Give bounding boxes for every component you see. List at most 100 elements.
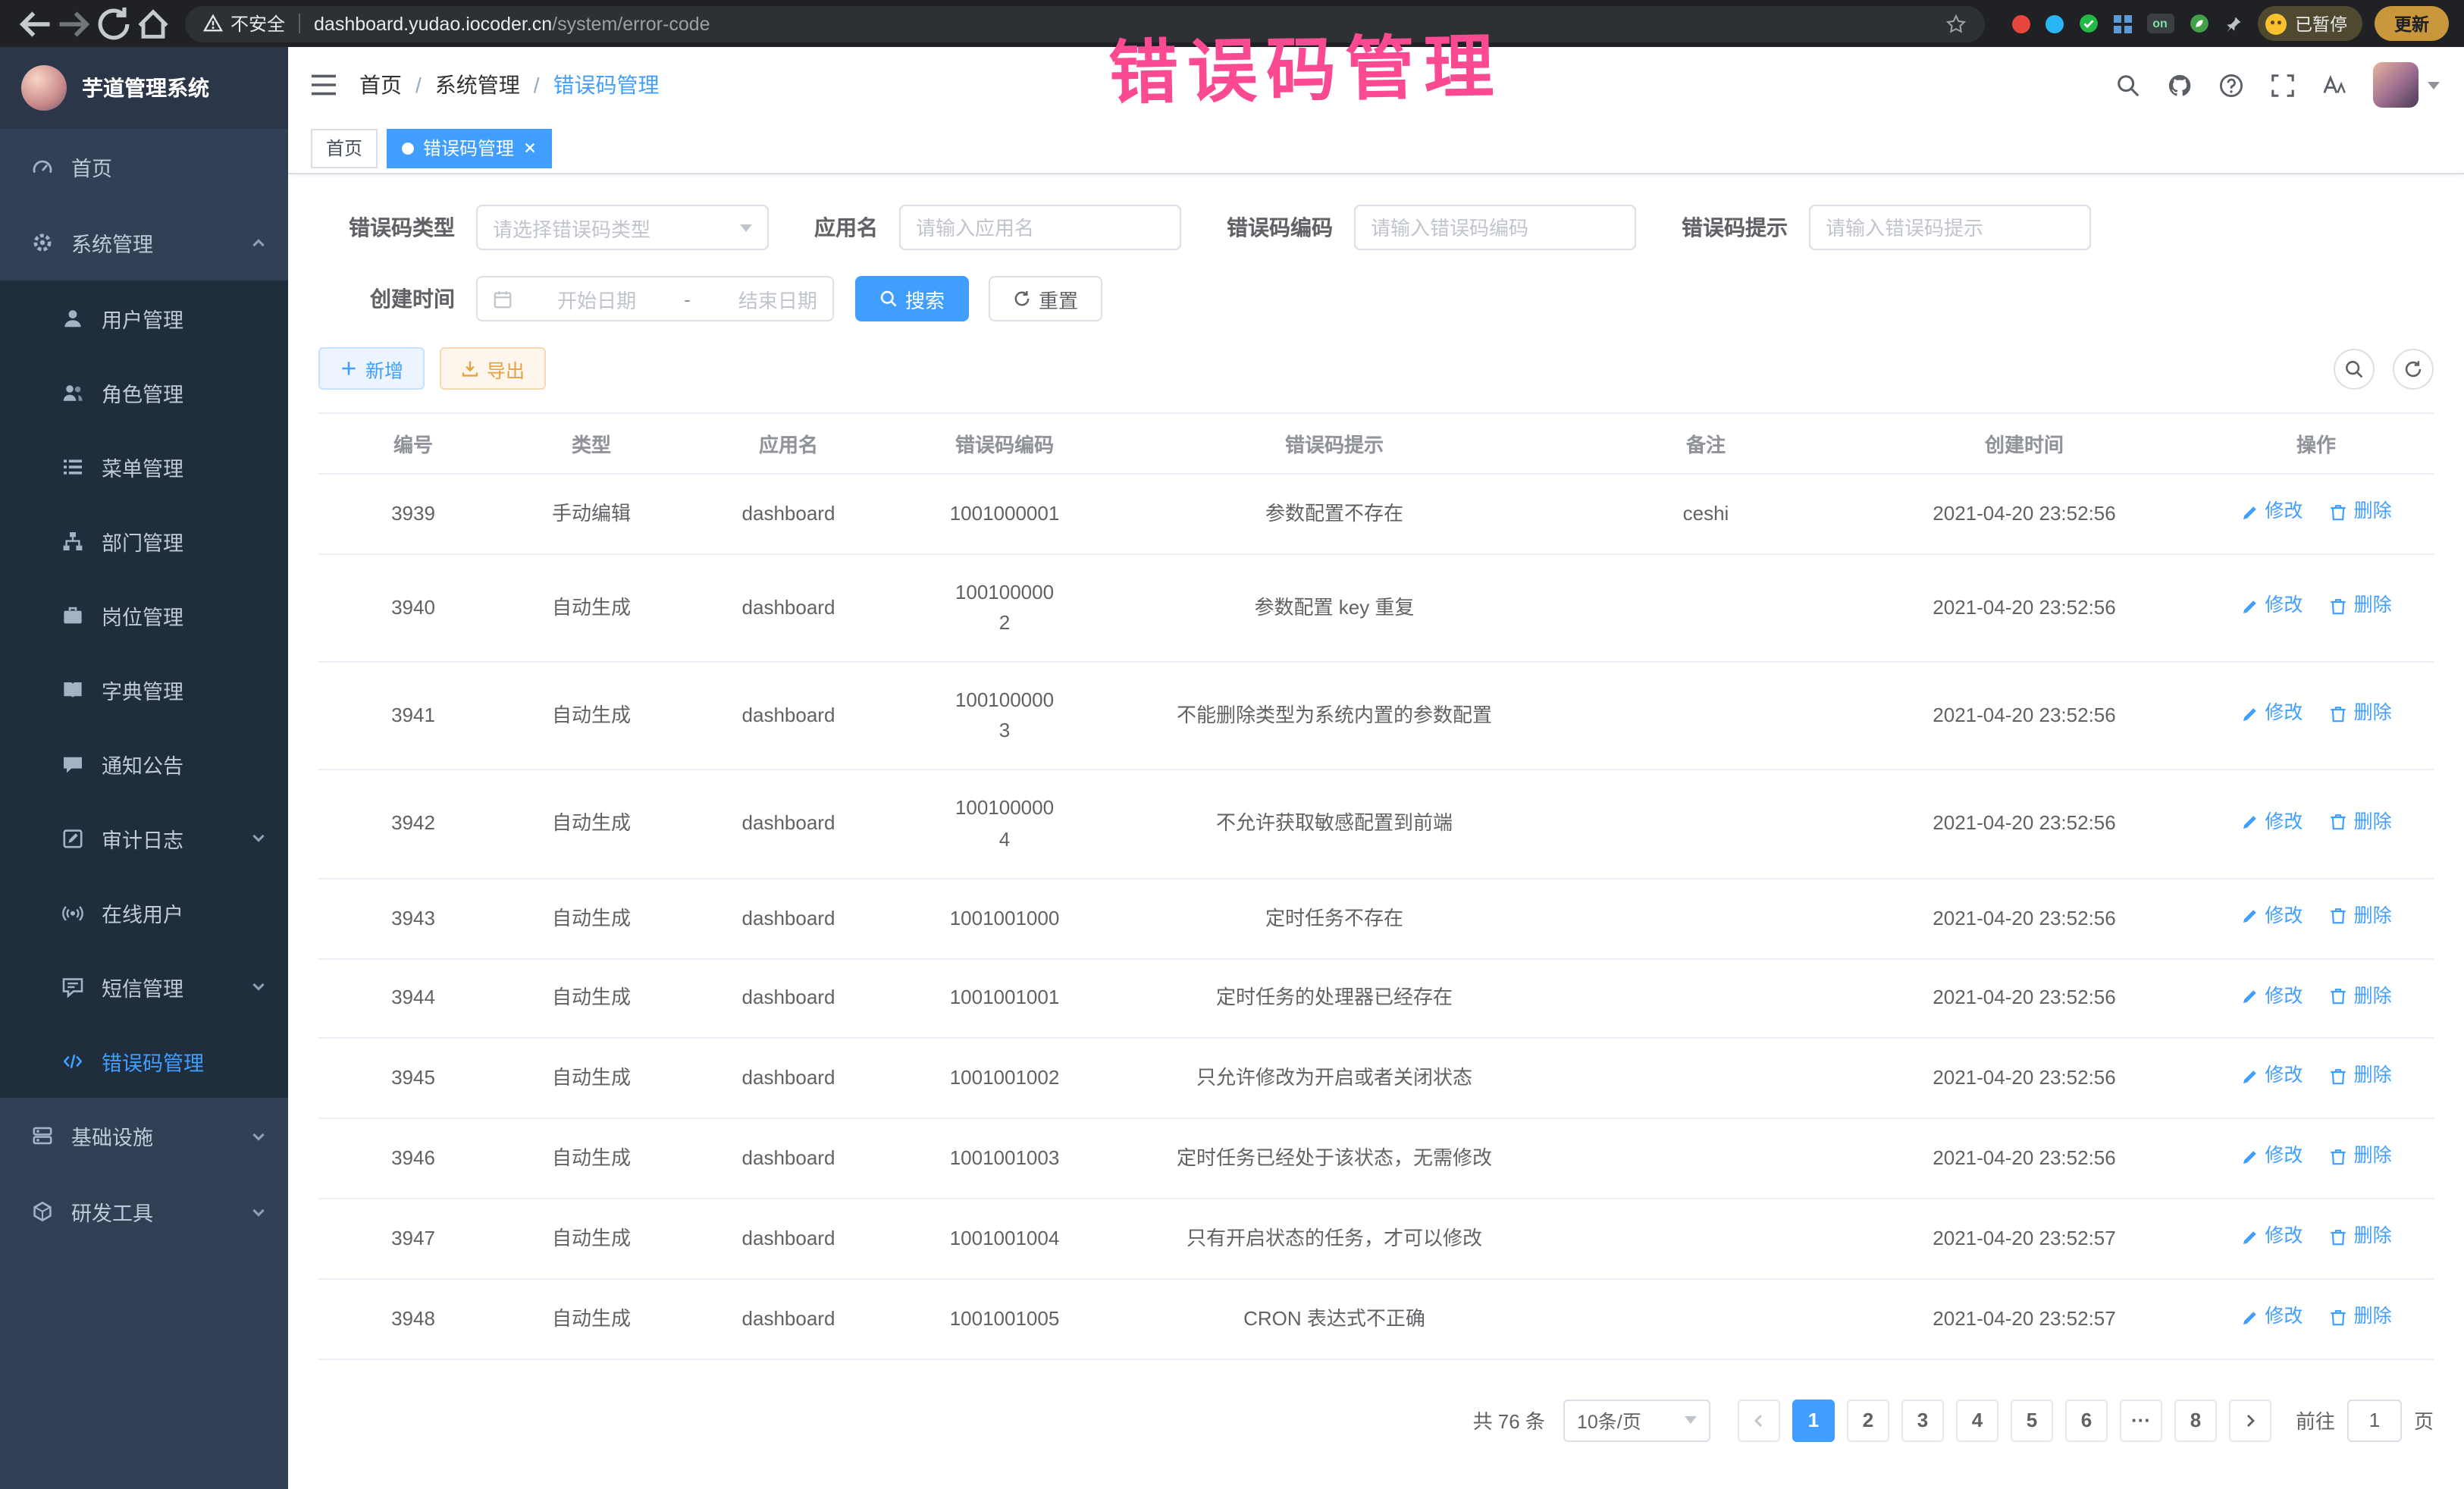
edit-button[interactable]: 修改 [2240, 497, 2303, 527]
table-row: 3947 自动生成 dashboard 1001001004 只有开启状态的任务… [318, 1199, 2434, 1279]
sidebar-item-role-management[interactable]: 角色管理 [0, 355, 288, 429]
sidebar-item-error-code-management[interactable]: 错误码管理 [0, 1023, 288, 1098]
profile-paused-pill[interactable]: 已暂停 [2257, 6, 2362, 41]
edit-button[interactable]: 修改 [2240, 807, 2303, 837]
prev-page-button[interactable] [1738, 1399, 1780, 1441]
refresh-button[interactable] [2393, 348, 2434, 389]
address-bar[interactable]: 不安全 dashboard.yudao.iocoder.cn/system/er… [185, 5, 1984, 42]
sidebar-item-notice-management[interactable]: 通知公告 [0, 726, 288, 801]
add-button[interactable]: 新增 [318, 347, 425, 390]
error-code-type-select[interactable]: 请选择错误码类型 [476, 205, 769, 250]
cell-id: 3940 [318, 554, 508, 663]
page-size-select[interactable]: 10条/页 [1563, 1399, 1710, 1441]
extension-icon-blue[interactable] [2045, 14, 2063, 33]
delete-button[interactable]: 删除 [2330, 982, 2392, 1011]
table-tools [2334, 348, 2434, 389]
col-actions: 操作 [2199, 413, 2434, 474]
delete-button[interactable]: 删除 [2330, 1062, 2392, 1092]
close-icon[interactable] [523, 141, 537, 155]
delete-button[interactable]: 删除 [2330, 591, 2392, 621]
sidebar-item-system-management[interactable]: 系统管理 [0, 205, 288, 281]
page-button[interactable]: 3 [1901, 1399, 1944, 1441]
delete-button[interactable]: 删除 [2330, 901, 2392, 931]
date-range-picker[interactable]: 开始日期 - 结束日期 [476, 276, 834, 321]
page-button[interactable]: 1 [1792, 1399, 1835, 1441]
browser-update-button[interactable]: 更新 [2375, 6, 2449, 41]
goto-page-input[interactable] [2347, 1399, 2402, 1441]
extension-icon-leaf[interactable] [2189, 14, 2209, 33]
delete-button[interactable]: 删除 [2330, 1222, 2392, 1252]
sidebar-item-audit-log[interactable]: 审计日志 [0, 801, 288, 875]
page-button[interactable]: 4 [1956, 1399, 1998, 1441]
sidebar-item-menu-management[interactable]: 菜单管理 [0, 429, 288, 503]
pin-icon[interactable] [2224, 14, 2242, 33]
page-button[interactable]: ··· [2120, 1399, 2162, 1441]
url-text[interactable]: dashboard.yudao.iocoder.cn/system/error-… [314, 13, 710, 34]
delete-button[interactable]: 删除 [2330, 1302, 2392, 1332]
delete-button[interactable]: 删除 [2330, 1142, 2392, 1171]
edit-button[interactable]: 修改 [2240, 1142, 2303, 1171]
delete-button[interactable]: 删除 [2330, 807, 2392, 837]
delete-button[interactable]: 删除 [2330, 497, 2392, 527]
search-icon[interactable] [2115, 72, 2141, 98]
cell-message: 参数配置 key 重复 [1107, 554, 1562, 663]
edit-button[interactable]: 修改 [2240, 901, 2303, 931]
back-icon[interactable] [15, 4, 55, 43]
security-label: 不安全 [230, 11, 285, 36]
sidebar-item-devtools[interactable]: 研发工具 [0, 1174, 288, 1249]
bookmark-star-icon[interactable] [1945, 13, 1966, 34]
edit-button[interactable]: 修改 [2240, 982, 2303, 1011]
edit-button[interactable]: 修改 [2240, 700, 2303, 729]
page-button[interactable]: 6 [2065, 1399, 2108, 1441]
sidebar-item-department-management[interactable]: 部门管理 [0, 503, 288, 578]
department-icon [61, 530, 85, 551]
edit-button[interactable]: 修改 [2240, 1062, 2303, 1092]
end-date-placeholder[interactable]: 结束日期 [738, 284, 817, 313]
user-menu[interactable] [2373, 62, 2440, 108]
home-icon[interactable] [133, 4, 173, 43]
hamburger-icon[interactable] [288, 47, 359, 123]
page-button[interactable]: 8 [2174, 1399, 2217, 1441]
sidebar-item-sms-management[interactable]: 短信管理 [0, 949, 288, 1023]
next-page-button[interactable] [2229, 1399, 2271, 1441]
error-hint-input[interactable] [1826, 216, 2074, 239]
sidebar-item-online-users[interactable]: 在线用户 [0, 875, 288, 949]
page-button[interactable]: 2 [1847, 1399, 1889, 1441]
edit-button[interactable]: 修改 [2240, 1302, 2303, 1332]
breadcrumb-home[interactable]: 首页 [359, 70, 402, 100]
sidebar-item-dict-management[interactable]: 字典管理 [0, 652, 288, 726]
breadcrumb-system[interactable]: 系统管理 [435, 70, 520, 100]
start-date-placeholder[interactable]: 开始日期 [557, 284, 636, 313]
tag-error-code-management[interactable]: 错误码管理 [387, 128, 552, 168]
edit-button[interactable]: 修改 [2240, 1222, 2303, 1252]
tag-home[interactable]: 首页 [311, 128, 378, 168]
sidebar-item-home[interactable]: 首页 [0, 129, 288, 205]
goto-page: 前往 页 [2296, 1399, 2434, 1441]
extension-icon-on[interactable]: on [2146, 14, 2174, 33]
cell-message: 定时任务已经处于该状态，无需修改 [1107, 1118, 1562, 1199]
extension-icon-grid[interactable] [2113, 14, 2131, 33]
delete-button[interactable]: 删除 [2330, 700, 2392, 729]
role-icon [61, 381, 85, 403]
security-indicator[interactable]: 不安全 [203, 11, 285, 36]
page-button[interactable]: 5 [2011, 1399, 2053, 1441]
sidebar-item-infrastructure[interactable]: 基础设施 [0, 1098, 288, 1174]
search-button[interactable]: 搜索 [855, 276, 969, 321]
app-name-input[interactable] [916, 216, 1165, 239]
help-icon[interactable] [2218, 72, 2244, 98]
github-icon[interactable] [2167, 72, 2193, 98]
font-size-icon[interactable] [2321, 72, 2347, 98]
extension-icon-red[interactable] [2011, 14, 2030, 33]
app-logo[interactable]: 芋道管理系统 [0, 47, 288, 129]
reload-icon[interactable] [94, 4, 133, 43]
forward-icon[interactable] [55, 4, 94, 43]
error-code-input[interactable] [1371, 216, 1619, 239]
toggle-search-button[interactable] [2334, 348, 2375, 389]
sidebar-item-post-management[interactable]: 岗位管理 [0, 578, 288, 652]
export-button[interactable]: 导出 [440, 347, 546, 390]
reset-button[interactable]: 重置 [989, 276, 1102, 321]
fullscreen-icon[interactable] [2270, 72, 2296, 98]
extension-icon-check[interactable] [2078, 14, 2098, 33]
edit-button[interactable]: 修改 [2240, 591, 2303, 621]
sidebar-item-user-management[interactable]: 用户管理 [0, 281, 288, 355]
